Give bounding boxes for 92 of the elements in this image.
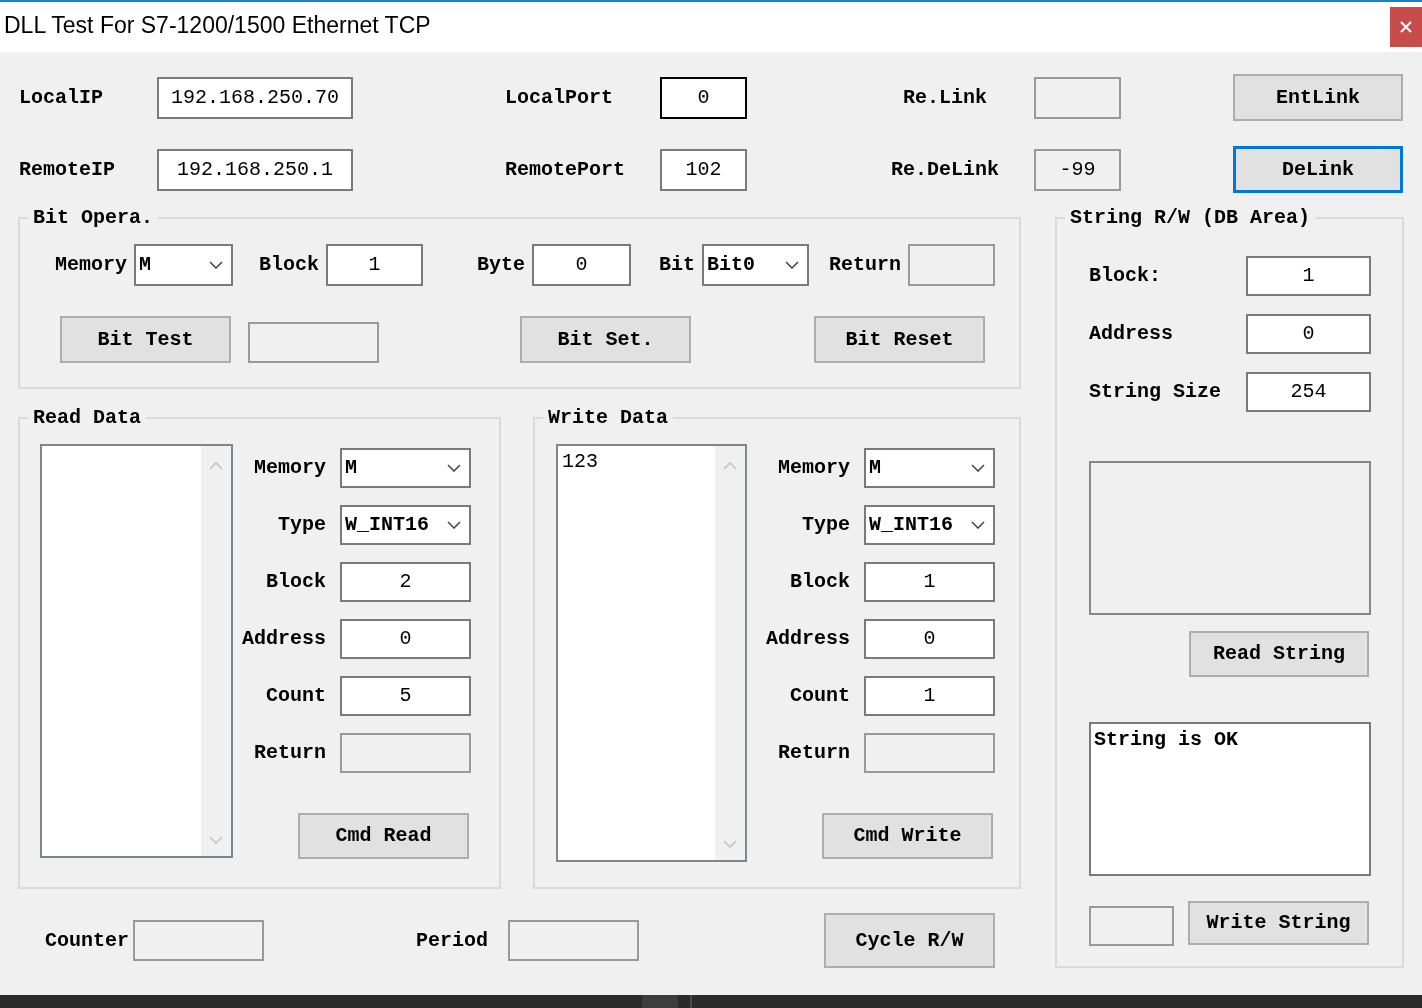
chevron-down-icon [723,840,737,848]
field-label: Bit [658,253,696,277]
list-box[interactable] [40,444,233,858]
group-title: Write Data [547,406,670,430]
field-label: RemotePort [505,157,627,182]
text-field[interactable]: 0 [660,76,747,119]
command-button[interactable]: Cycle R/W [824,913,995,968]
text-field[interactable]: -99 [1034,148,1121,191]
field-label: LocalPort [505,85,615,110]
text-field[interactable] [133,920,264,961]
field-label: Memory [253,456,327,480]
text-field[interactable]: 1 [1246,256,1371,296]
text-field[interactable]: 0 [864,619,995,659]
chevron-down-icon [209,836,223,844]
command-button[interactable]: Read String [1189,631,1369,677]
text-field[interactable]: 192.168.250.70 [157,76,353,119]
field-label: RemoteIP [18,157,116,182]
field-label: Return [828,253,902,277]
field-label: Address [765,627,851,651]
text-field[interactable]: 1 [326,244,423,286]
chevron-down-icon [209,261,223,269]
dropdown[interactable]: Bit0 [702,244,809,286]
field-label: Type [801,513,851,537]
text-field[interactable]: 0 [1246,314,1371,354]
field-label: Address [1089,322,1174,346]
command-button[interactable]: Cmd Read [298,813,469,859]
text-field[interactable] [508,920,639,961]
dropdown[interactable]: M [340,448,471,488]
text-field[interactable]: 102 [660,148,747,191]
text-area[interactable]: String is OK [1089,722,1371,876]
command-button[interactable]: Write String [1188,901,1369,945]
text-field[interactable]: 1 [864,562,995,602]
field-label: String Size [1089,380,1223,404]
scrollbar[interactable] [715,446,745,860]
chevron-up-icon [209,462,223,470]
field-label: Count [265,684,327,708]
text-area[interactable] [1089,461,1371,615]
group-title: String R/W (DB Area) [1069,206,1312,230]
text-field[interactable]: 1 [864,676,995,716]
text-field[interactable] [340,733,471,773]
text-field[interactable] [908,244,995,286]
dropdown[interactable]: W_INT16 [864,505,995,545]
chevron-up-icon [723,462,737,470]
text-field[interactable] [864,733,995,773]
command-button[interactable]: Cmd Write [822,813,993,859]
dropdown[interactable]: M [134,244,233,286]
text-field[interactable] [1034,76,1121,119]
command-button[interactable]: Bit Test [60,316,231,363]
scrollbar[interactable] [201,446,231,856]
command-button[interactable]: Bit Set. [520,316,691,363]
text-field[interactable] [248,322,379,363]
field-label: Block [265,570,327,594]
dropdown[interactable]: W_INT16 [340,505,471,545]
field-label: Block: [1089,264,1162,288]
command-button[interactable]: DeLink [1233,146,1403,193]
field-label: Block [258,253,320,277]
field-label: Byte [476,253,526,277]
field-label: Type [277,513,327,537]
field-label: Counter [44,928,130,953]
text-field[interactable]: 2 [340,562,471,602]
field-label: Return [253,741,327,765]
chevron-down-icon [971,464,985,472]
field-label: Address [241,627,327,651]
group-title: Bit Opera. [32,206,155,230]
command-button[interactable]: EntLink [1233,74,1403,121]
list-box[interactable]: 123 [556,444,747,862]
text-field[interactable] [1089,906,1174,946]
close-icon [1400,21,1412,33]
chevron-down-icon [447,521,461,529]
text-field[interactable]: 5 [340,676,471,716]
close-button[interactable] [1390,7,1422,47]
chevron-down-icon [971,521,985,529]
field-label: Re.DeLink [891,157,999,182]
field-label: Period [415,928,489,953]
group-title: Read Data [32,406,143,430]
field-label: LocalIP [18,85,104,110]
field-label: Memory [54,253,128,277]
field-label: Count [789,684,851,708]
field-label: Return [777,741,851,765]
field-label: Re.Link [902,85,988,110]
command-button[interactable]: Bit Reset [814,316,985,363]
chevron-down-icon [785,261,799,269]
window-title: DLL Test For S7-1200/1500 Ethernet TCP [3,11,431,39]
text-field[interactable]: 0 [340,619,471,659]
text-field[interactable]: 0 [532,244,631,286]
text-field[interactable]: 254 [1246,372,1371,412]
chevron-down-icon [447,464,461,472]
dropdown[interactable]: M [864,448,995,488]
text-field[interactable]: 192.168.250.1 [157,148,353,191]
field-label: Block [789,570,851,594]
field-label: Memory [777,456,851,480]
list-item[interactable]: 123 [562,450,598,474]
